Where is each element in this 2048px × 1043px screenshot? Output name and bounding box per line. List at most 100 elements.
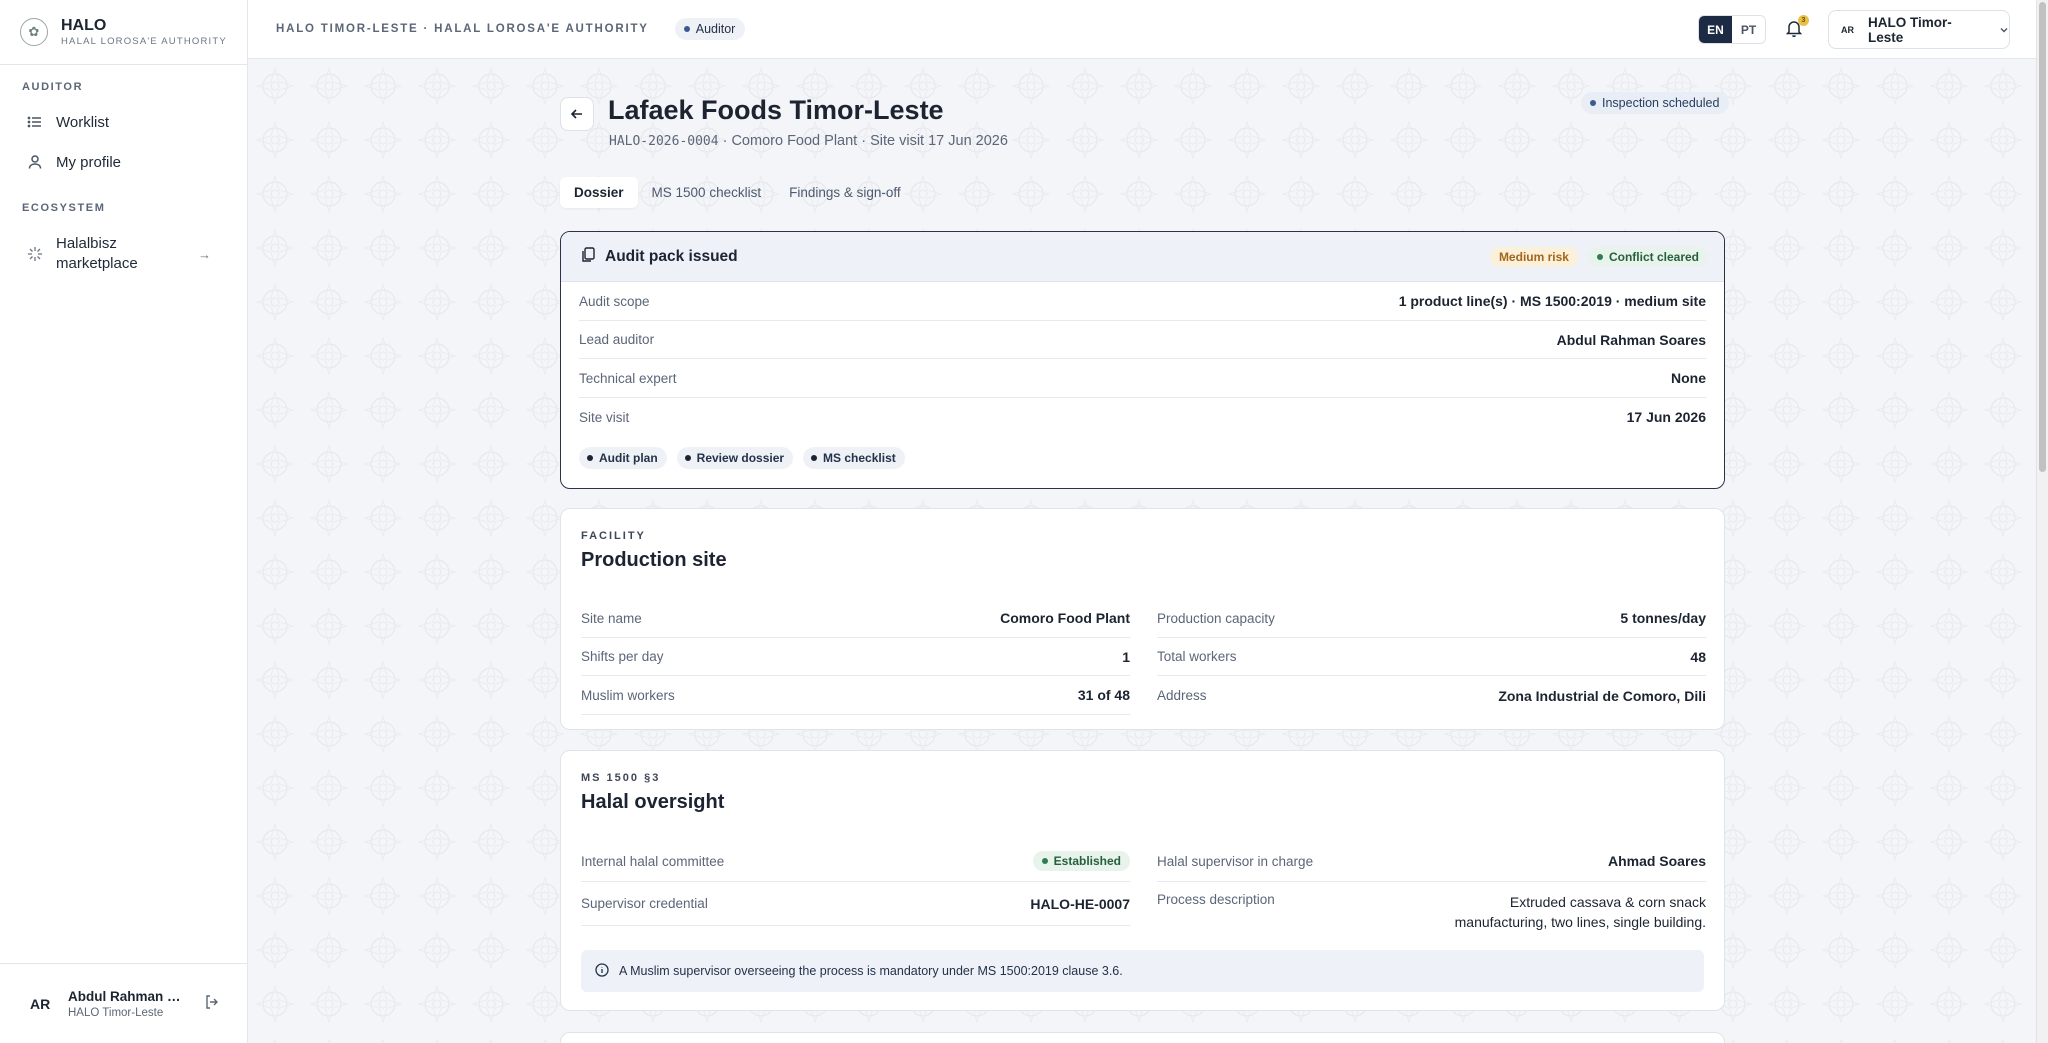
- chip-label: Review dossier: [696, 451, 785, 465]
- detail-value: HALO-HE-0007: [1030, 895, 1130, 912]
- detail-value: Ahmad Soares: [1607, 853, 1706, 869]
- arrow-right-icon: →: [198, 246, 211, 262]
- conflict-badge: Conflict cleared: [1587, 246, 1708, 267]
- sparkle-icon: [26, 245, 44, 263]
- chip-dot-icon: [684, 455, 691, 461]
- chip-label: MS checklist: [823, 451, 896, 465]
- info-icon: [595, 962, 609, 980]
- page-meta-details: · Comoro Food Plant · Site visit 17 Jun …: [718, 133, 1008, 149]
- process-description-line: Extruded cassava & corn snack: [1509, 894, 1706, 910]
- oversight-right-column: Halal supervisor in charge Ahmad Soares …: [1157, 841, 1706, 938]
- tab-ms-1500-checklist[interactable]: MS 1500 checklist: [638, 177, 776, 208]
- detail-row: Supervisor credential HALO-HE-0007: [581, 882, 1130, 926]
- lang-pt-button[interactable]: PT: [1732, 16, 1765, 43]
- detail-label: Shifts per day: [581, 649, 664, 664]
- facility-card: FACILITY Production site Site name Comor…: [560, 508, 1725, 730]
- sidebar: ✿ HALO HALAL LOROSA'E AUTHORITY AUDITOR …: [0, 0, 248, 1043]
- detail-label: Address: [1157, 688, 1207, 703]
- notification-count-badge: 3: [1798, 15, 1809, 26]
- detail-label: Technical expert: [579, 370, 677, 386]
- detail-value: 31 of 48: [1077, 687, 1130, 703]
- section-title: Production site: [581, 549, 727, 571]
- detail-label: Lead auditor: [579, 332, 655, 347]
- detail-value: 48: [1690, 648, 1706, 665]
- detail-label: Total workers: [1157, 649, 1237, 664]
- info-note: A Muslim supervisor overseeing the proce…: [581, 950, 1704, 992]
- detail-label: Process description: [1157, 892, 1275, 907]
- detail-row: Site visit 17 Jun 2026: [579, 398, 1706, 436]
- detail-row: Technical expert None: [579, 359, 1706, 398]
- oversight-left-column: Internal halal committee Established Sup…: [581, 841, 1130, 926]
- status-dot-icon: [1590, 100, 1596, 106]
- language-switch: EN PT: [1698, 15, 1766, 44]
- detail-value: Zona Industrial de Comoro, Dili: [1498, 687, 1706, 704]
- account-switcher[interactable]: AR HALO Timor-Leste: [1828, 10, 2010, 49]
- account-initials: AR: [1841, 24, 1854, 35]
- committee-status-badge: Established: [1032, 851, 1130, 871]
- detail-row: Process description Extruded cassava & c…: [1157, 882, 1706, 938]
- brand-title: HALO: [61, 16, 107, 34]
- chip-dot-icon: [811, 455, 818, 461]
- detail-label: Production capacity: [1157, 610, 1275, 626]
- sidebar-item-label: Worklist: [56, 113, 110, 131]
- role-label: Auditor: [695, 22, 736, 36]
- audit-pack-title: Audit pack issued: [605, 247, 738, 265]
- section-kicker: MS 1500 §3: [581, 772, 661, 784]
- facility-right-column: Production capacity 5 tonnes/day Total w…: [1157, 599, 1706, 715]
- process-description: Extruded cassava & corn snack manufactur…: [1455, 892, 1706, 932]
- nav-section-ecosystem: ECOSYSTEM: [22, 202, 106, 214]
- user-icon: [26, 153, 44, 171]
- info-note-text: A Muslim supervisor overseeing the proce…: [619, 964, 1123, 978]
- section-kicker: FACILITY: [581, 530, 646, 542]
- detail-value: None: [1671, 370, 1706, 386]
- audit-plan-button[interactable]: Audit plan: [579, 447, 667, 469]
- detail-label: Halal supervisor in charge: [1157, 853, 1314, 869]
- halal-oversight-card: MS 1500 §3 Halal oversight Internal hala…: [560, 750, 1725, 1011]
- sidebar-user-footer: AR Abdul Rahman Soares HALO Timor-Leste: [0, 963, 248, 1043]
- chip-dot-icon: [587, 455, 593, 461]
- page-title: Lafaek Foods Timor-Leste: [608, 95, 944, 125]
- back-button[interactable]: [560, 97, 594, 131]
- chevron-down-icon: [1999, 22, 2009, 38]
- logout-icon[interactable]: [204, 994, 220, 1013]
- sidebar-item-my-profile[interactable]: My profile: [0, 150, 121, 174]
- detail-row: Address Zona Industrial de Comoro, Dili: [1157, 676, 1706, 715]
- detail-row: Production capacity 5 tonnes/day: [1157, 599, 1706, 638]
- page-scrollbar-thumb[interactable]: [2039, 2, 2046, 472]
- conflict-dot-icon: [1596, 253, 1603, 260]
- sidebar-item-label: My profile: [56, 153, 122, 171]
- detail-label: Supervisor credential: [581, 896, 708, 911]
- brand-subtitle: HALAL LOROSA'E AUTHORITY: [61, 35, 227, 47]
- page-meta: HALO-2026-0004 · Comoro Food Plant · Sit…: [609, 133, 1008, 149]
- review-dossier-button[interactable]: Review dossier: [676, 447, 794, 469]
- detail-label: Site name: [581, 610, 642, 626]
- halo-logo-icon: ✿: [20, 18, 48, 46]
- ms-checklist-button[interactable]: MS checklist: [803, 447, 905, 469]
- chip-label: Audit plan: [599, 451, 658, 465]
- lang-en-button[interactable]: EN: [1699, 16, 1732, 43]
- audit-pack-actions: Audit plan Review dossier MS checklist: [579, 447, 1706, 469]
- committee-dot-icon: [1041, 858, 1048, 864]
- tab-dossier[interactable]: Dossier: [560, 177, 638, 208]
- sidebar-item-label: Halalbisz marketplace: [56, 235, 138, 272]
- nav-section-auditor: AUDITOR: [22, 81, 84, 93]
- sidebar-item-halalbisz-marketplace[interactable]: Halalbisz marketplace →: [0, 234, 248, 274]
- detail-label: Audit scope: [579, 293, 650, 309]
- detail-value: Comoro Food Plant: [1000, 610, 1130, 626]
- status-label: Inspection scheduled: [1602, 96, 1720, 110]
- detail-value: 1: [1122, 648, 1130, 665]
- sidebar-item-worklist[interactable]: Worklist: [0, 110, 109, 134]
- tab-bar: Dossier MS 1500 checklist Findings & sig…: [560, 177, 915, 208]
- clipboard-icon: [581, 247, 595, 266]
- detail-label: Internal halal committee: [581, 853, 725, 869]
- detail-value: 17 Jun 2026: [1626, 409, 1706, 425]
- detail-label: Muslim workers: [581, 687, 675, 703]
- list-icon: [26, 113, 44, 131]
- detail-row: Shifts per day 1: [581, 638, 1130, 676]
- tab-findings-sign-off[interactable]: Findings & sign-off: [775, 177, 915, 208]
- reference-code: HALO-2026-0004: [609, 134, 719, 149]
- audit-pack-details: Audit scope 1 product line(s) · MS 1500:…: [561, 282, 1724, 469]
- detail-label: Site visit: [579, 409, 630, 425]
- role-dot-icon: [683, 26, 690, 32]
- detail-row: Halal supervisor in charge Ahmad Soares: [1157, 841, 1706, 882]
